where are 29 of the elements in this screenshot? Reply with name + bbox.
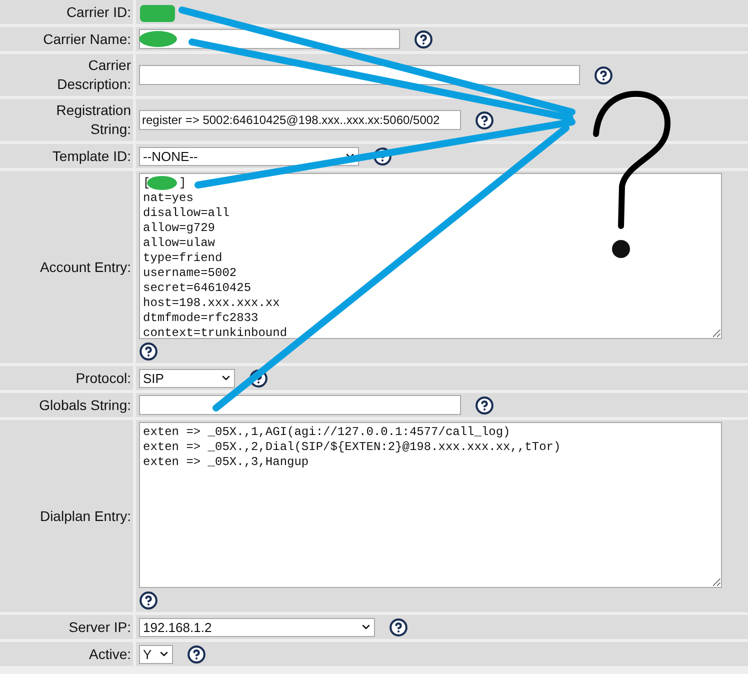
field-label: Active: bbox=[0, 642, 133, 666]
field-label: Template ID: bbox=[0, 144, 133, 168]
field-label: Protocol: bbox=[0, 366, 133, 390]
help-icon[interactable] bbox=[475, 396, 494, 414]
help-icon[interactable] bbox=[389, 618, 408, 636]
dropdown[interactable]: --NONE-- bbox=[139, 146, 359, 166]
dropdown[interactable]: Y bbox=[139, 644, 173, 664]
text-field[interactable] bbox=[139, 395, 461, 415]
help-icon[interactable] bbox=[414, 30, 433, 48]
field-label: Account Entry: bbox=[0, 171, 133, 363]
text-area[interactable]: exten => _05X.,1,AGI(agi://127.0.0.1:4577/call_log) exten => _05X.,2,Dial(SIP/${EXTEN:2}@198.xxx.xxx.xx,,tTor) exten => _05X.,3,Hangup bbox=[139, 422, 722, 588]
help-icon[interactable] bbox=[475, 110, 494, 130]
help-icon[interactable] bbox=[594, 66, 613, 84]
field-label: Dialplan Entry: bbox=[0, 420, 133, 612]
field-label: Carrier Description: bbox=[0, 54, 133, 96]
help-icon[interactable] bbox=[139, 342, 158, 361]
field-label: Registration String: bbox=[0, 99, 133, 141]
field-label: Server IP: bbox=[0, 615, 133, 639]
text-field[interactable]: register => 5002:64610425@198.xxx..xxx.xx:5060/5002 bbox=[139, 110, 461, 130]
dropdown[interactable]: SIP bbox=[139, 368, 235, 388]
redaction-mark bbox=[140, 5, 175, 22]
redaction-mark bbox=[139, 31, 177, 47]
dropdown[interactable]: 192.168.1.2 bbox=[139, 618, 375, 636]
help-icon[interactable] bbox=[139, 591, 158, 610]
field-label: Carrier ID: bbox=[0, 0, 133, 24]
field-label: Globals String: bbox=[0, 393, 133, 417]
field-label: Carrier Name: bbox=[0, 27, 133, 51]
redaction-mark bbox=[147, 176, 177, 190]
help-icon[interactable] bbox=[187, 644, 206, 664]
